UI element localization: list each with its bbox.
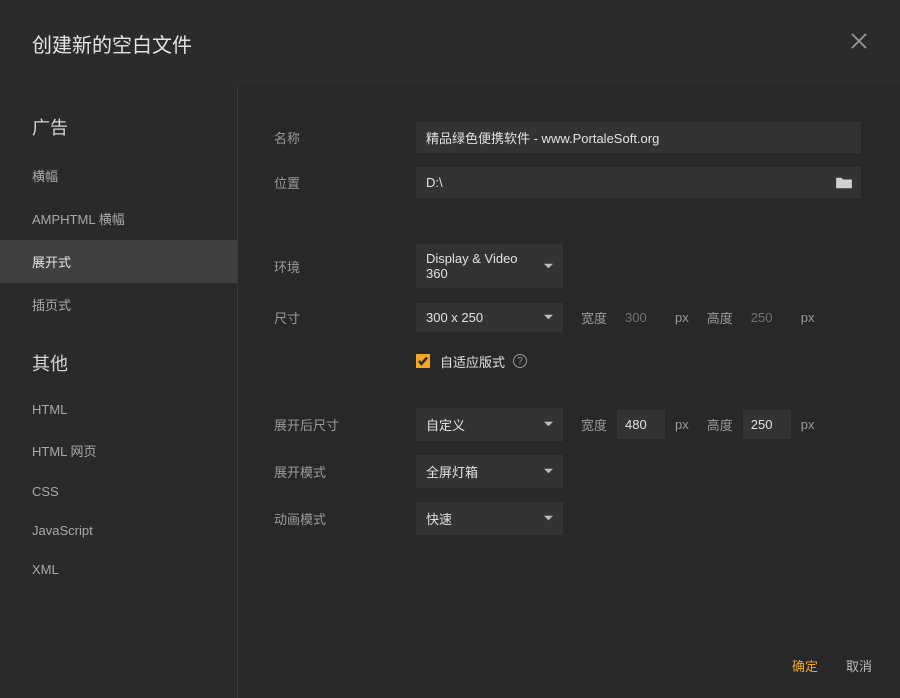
label-name: 名称 [274,128,416,147]
expanded-width-input[interactable] [617,410,665,439]
dialog-header: 创建新的空白文件 [0,0,900,86]
name-input[interactable] [416,122,861,153]
help-icon[interactable]: ? [513,354,527,368]
dialog-footer: 确定 取消 [238,632,900,698]
sidebar-header-ads: 广告 [0,114,237,140]
label-height: 高度 [707,308,733,327]
sidebar: 广告 横幅 AMPHTML 横幅 展开式 插页式 其他 HTML HTML 网页… [0,86,238,698]
label-expand-mode: 展开模式 [274,462,416,481]
expand-mode-select[interactable]: 全屏灯箱 [416,455,563,488]
path-input[interactable] [416,167,827,198]
chevron-down-icon [544,310,553,325]
label-env: 环境 [274,257,416,276]
env-select[interactable]: Display & Video 360 [416,244,563,288]
anim-mode-select[interactable]: 快速 [416,502,563,535]
chevron-down-icon [544,464,553,479]
sidebar-header-other: 其他 [0,350,237,376]
sidebar-item-html[interactable]: HTML [0,390,237,429]
label-width: 宽度 [581,415,607,434]
size-select[interactable]: 300 x 250 [416,303,563,332]
anim-mode-value: 快速 [426,509,452,528]
chevron-down-icon [544,511,553,526]
unit-px: px [801,417,815,432]
responsive-checkbox[interactable] [416,354,430,368]
label-expanded-size: 展开后尺寸 [274,415,416,434]
label-height: 高度 [707,415,733,434]
sidebar-item-interstitial[interactable]: 插页式 [0,283,237,326]
size-select-value: 300 x 250 [426,310,483,325]
cancel-button[interactable]: 取消 [846,656,872,675]
sidebar-item-htmlpage[interactable]: HTML 网页 [0,429,237,472]
unit-px: px [675,417,689,432]
sidebar-item-xml[interactable]: XML [0,550,237,589]
close-icon[interactable] [850,32,868,55]
expanded-height-input[interactable] [743,410,791,439]
dialog-title: 创建新的空白文件 [32,29,192,58]
folder-icon[interactable] [835,176,853,190]
chevron-down-icon [544,259,553,274]
expanded-size-value: 自定义 [426,415,465,434]
expand-mode-value: 全屏灯箱 [426,462,478,481]
ok-button[interactable]: 确定 [792,656,818,675]
unit-px: px [675,310,689,325]
unit-px: px [801,310,815,325]
size-height-input [743,303,791,332]
label-anim-mode: 动画模式 [274,509,416,528]
form-panel: 名称 位置 环境 Display & Video 360 尺寸 [238,86,900,632]
sidebar-item-css[interactable]: CSS [0,472,237,511]
responsive-label: 自适应版式 [440,352,505,371]
chevron-down-icon [544,417,553,432]
env-select-value: Display & Video 360 [426,251,534,281]
label-size: 尺寸 [274,308,416,327]
sidebar-item-js[interactable]: JavaScript [0,511,237,550]
sidebar-item-amphtml[interactable]: AMPHTML 横幅 [0,197,237,240]
size-width-input [617,303,665,332]
expanded-size-select[interactable]: 自定义 [416,408,563,441]
sidebar-item-banner[interactable]: 横幅 [0,154,237,197]
label-width: 宽度 [581,308,607,327]
label-path: 位置 [274,173,416,192]
sidebar-item-expandable[interactable]: 展开式 [0,240,237,283]
